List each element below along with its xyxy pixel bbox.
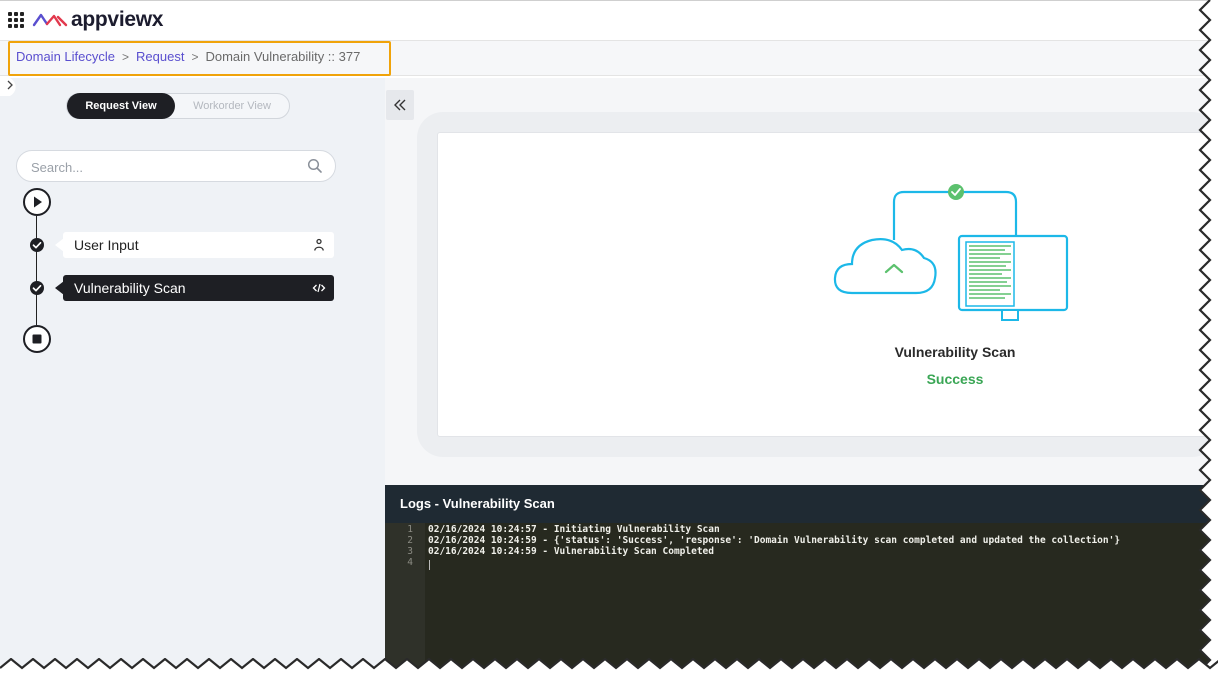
sidebar-expand-icon[interactable] — [0, 78, 22, 96]
task-title: Vulnerability Scan — [894, 344, 1016, 360]
workflow-end-node[interactable] — [23, 325, 51, 353]
search-box — [16, 150, 336, 182]
play-icon — [34, 196, 42, 208]
workorder-view-button[interactable]: Workorder View — [175, 94, 289, 118]
breadcrumb-current: Domain Vulnerability :: 377 — [205, 49, 361, 64]
cloud-server-sync-icon — [833, 184, 1069, 321]
workflow-start-node[interactable] — [23, 188, 51, 216]
task-status-card — [437, 132, 1218, 437]
line-number: 2 — [407, 535, 413, 546]
top-bar: appviewx — [0, 0, 1218, 38]
task-status: Success — [926, 371, 984, 387]
step-complete-icon — [30, 281, 44, 295]
double-chevron-left-icon — [394, 99, 406, 111]
text-cursor — [429, 560, 430, 570]
collapse-sidebar-button[interactable] — [386, 90, 414, 120]
line-number: 1 — [407, 524, 413, 535]
app-window: { "header": { "brand": "appviewx", "apps… — [0, 0, 1218, 674]
code-icon — [312, 283, 326, 293]
search-input[interactable] — [31, 158, 301, 176]
log-editor[interactable]: 1 02/16/2024 10:24:57 - Initiating Vulne… — [385, 524, 1218, 568]
step-user-input[interactable]: User Input — [63, 232, 334, 258]
workflow-connector — [36, 216, 37, 325]
search-icon[interactable] — [307, 158, 323, 174]
user-icon — [314, 238, 324, 251]
log-text: 02/16/2024 10:24:57 - Initiating Vulnera… — [428, 524, 720, 535]
brand-name: appviewx — [71, 7, 164, 31]
stop-icon — [32, 334, 42, 344]
breadcrumb: Domain Lifecycle > Request > Domain Vuln… — [16, 49, 360, 64]
line-number: 3 — [407, 546, 413, 557]
step-complete-icon — [30, 238, 44, 252]
breadcrumb-separator: > — [191, 49, 199, 64]
step-label: Vulnerability Scan — [74, 280, 186, 296]
line-number: 4 — [407, 557, 413, 568]
view-toggle: Request View Workorder View — [66, 93, 290, 119]
breadcrumb-separator: > — [122, 49, 130, 64]
logs-title: Logs - Vulnerability Scan — [400, 496, 555, 511]
breadcrumb-link-domain-lifecycle[interactable]: Domain Lifecycle — [16, 49, 115, 64]
log-text: 02/16/2024 10:24:59 - {'status': 'Succes… — [428, 535, 1121, 546]
log-line: 3 02/16/2024 10:24:59 - Vulnerability Sc… — [385, 546, 1218, 557]
log-line: 1 02/16/2024 10:24:57 - Initiating Vulne… — [385, 524, 1218, 535]
step-vulnerability-scan[interactable]: Vulnerability Scan — [63, 275, 334, 301]
log-line: 4 — [385, 557, 1218, 568]
appviewx-logo-icon — [32, 13, 68, 26]
request-view-button[interactable]: Request View — [67, 93, 175, 119]
breadcrumb-link-request[interactable]: Request — [136, 49, 184, 64]
step-label: User Input — [74, 237, 139, 253]
log-line: 2 02/16/2024 10:24:59 - {'status': 'Succ… — [385, 535, 1218, 546]
log-text: 02/16/2024 10:24:59 - Vulnerability Scan… — [428, 546, 714, 557]
grid-apps-icon[interactable] — [8, 11, 24, 28]
